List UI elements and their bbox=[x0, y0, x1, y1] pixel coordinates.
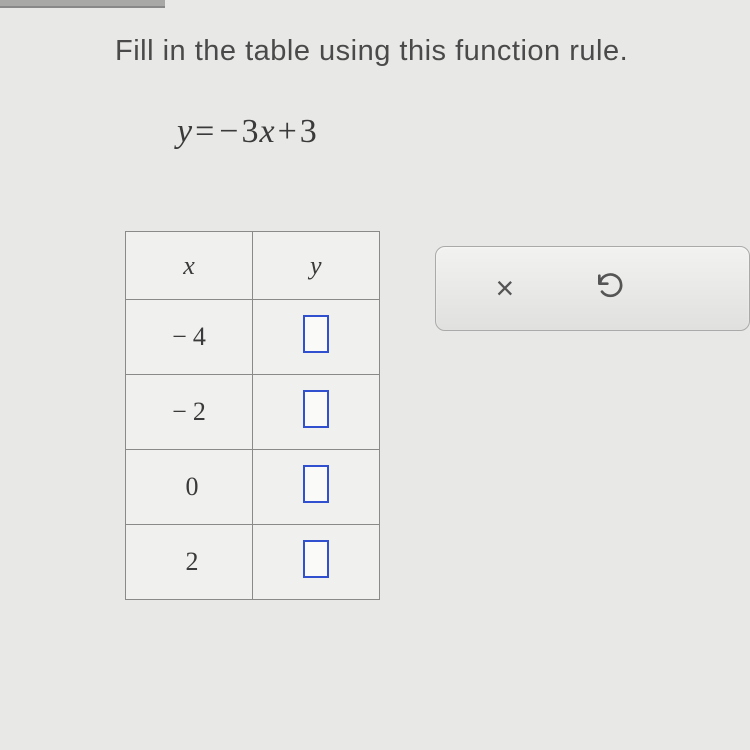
y-cell bbox=[253, 300, 379, 375]
table-row: −2 bbox=[126, 375, 380, 450]
answer-input[interactable] bbox=[303, 390, 329, 428]
y-cell bbox=[253, 375, 379, 450]
x-cell: 2 bbox=[126, 525, 253, 600]
table-row: 2 bbox=[126, 525, 380, 600]
minus-sign: − bbox=[172, 322, 187, 351]
answer-input[interactable] bbox=[303, 465, 329, 503]
minus-sign: − bbox=[172, 397, 187, 426]
y-cell bbox=[253, 525, 379, 600]
instruction-text: Fill in the table using this function ru… bbox=[115, 35, 750, 68]
reset-icon[interactable] bbox=[594, 269, 626, 309]
table-row: −4 bbox=[126, 300, 380, 375]
x-value: 4 bbox=[193, 322, 206, 351]
x-cell: −4 bbox=[126, 300, 253, 375]
header-x: x bbox=[126, 232, 253, 300]
y-cell bbox=[253, 450, 379, 525]
function-table: x y −4 −2 0 2 bbox=[125, 231, 380, 600]
negative-sign: − bbox=[219, 113, 239, 150]
plus-sign: + bbox=[278, 113, 298, 150]
table-row: 0 bbox=[126, 450, 380, 525]
answer-input[interactable] bbox=[303, 315, 329, 353]
x-value: 2 bbox=[186, 547, 199, 576]
answer-input[interactable] bbox=[303, 540, 329, 578]
x-value: 0 bbox=[186, 472, 199, 501]
answer-toolbar: × bbox=[435, 246, 750, 331]
table-and-toolbar-row: x y −4 −2 0 2 × bbox=[125, 231, 750, 600]
header-y: y bbox=[253, 232, 379, 300]
equation-lhs: y bbox=[177, 113, 193, 150]
x-value: 2 bbox=[193, 397, 206, 426]
equals-sign: = bbox=[195, 113, 215, 150]
coefficient: 3 bbox=[241, 113, 259, 150]
variable-x: x bbox=[259, 113, 275, 150]
panel-top-edge bbox=[0, 0, 165, 8]
exercise-content: Fill in the table using this function ru… bbox=[0, 0, 750, 600]
table-header-row: x y bbox=[126, 232, 380, 300]
x-cell: 0 bbox=[126, 450, 253, 525]
function-rule-equation: y=−3x+3 bbox=[177, 113, 750, 151]
clear-icon[interactable]: × bbox=[496, 270, 515, 307]
constant: 3 bbox=[300, 113, 318, 150]
x-cell: −2 bbox=[126, 375, 253, 450]
